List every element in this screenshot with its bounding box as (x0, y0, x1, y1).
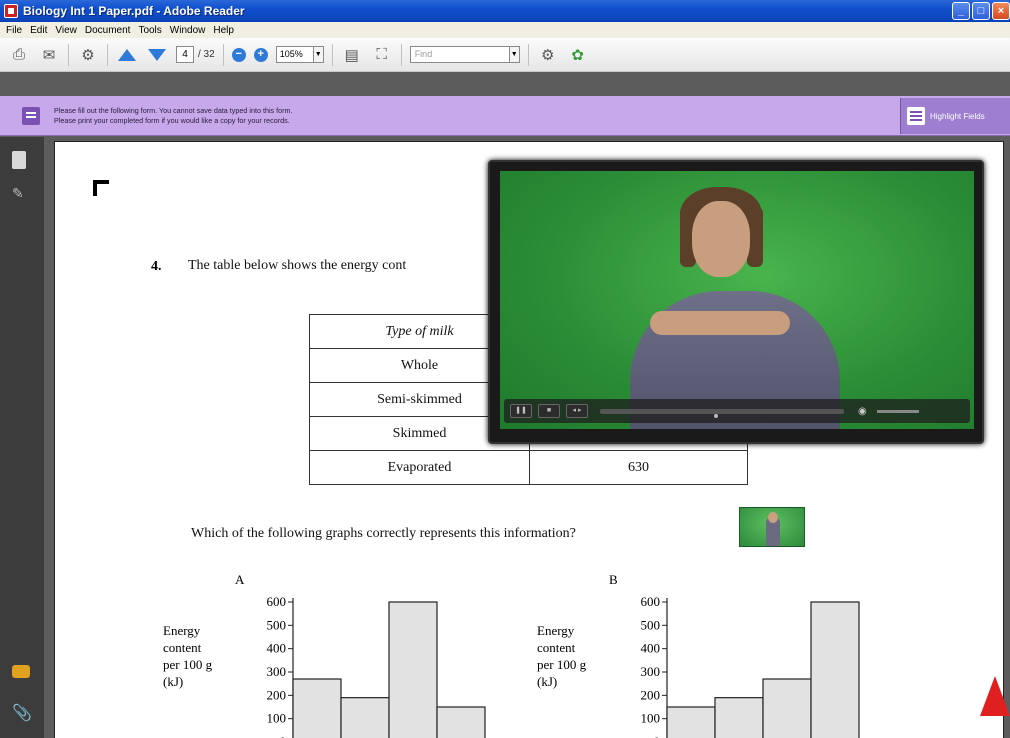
print-icon[interactable]: ⎙ (8, 44, 30, 66)
seek-bar[interactable] (600, 408, 844, 418)
form-message-bar: Please fill out the following form. You … (0, 96, 1010, 136)
bar (436, 706, 486, 738)
sign-icon[interactable]: ✿ (567, 44, 589, 66)
pages-icon[interactable] (12, 151, 26, 169)
bar (810, 601, 860, 738)
y-tick-label: 200 (641, 687, 661, 702)
graph-b: B Energy content per 100 g (kJ) 600 500 40… (527, 572, 867, 738)
bar (388, 601, 438, 738)
highlight-fields-label: Highlight Fields (930, 111, 985, 121)
video-controls: ❚❚ ■ ◂ ▸ ◉ (504, 399, 970, 423)
signatures-icon[interactable]: ✎ (12, 185, 30, 203)
graph-a-svg: 600 500 400 300 200 100 0 (267, 594, 486, 738)
table-row: Evaporated 630 (309, 450, 748, 485)
bar (292, 678, 342, 738)
y-tick-label: 300 (267, 664, 287, 679)
y-tick-label: 0 (654, 734, 661, 738)
title-bar: Biology Int 1 Paper.pdf - Adobe Reader _… (0, 0, 1010, 22)
close-button[interactable]: × (992, 2, 1010, 20)
menu-document[interactable]: Document (85, 25, 131, 36)
bar (714, 697, 764, 738)
menu-window[interactable]: Window (170, 25, 206, 36)
collaborate-icon[interactable]: ⚙ (77, 44, 99, 66)
question-number: 4. (151, 259, 162, 274)
minimize-button[interactable]: _ (952, 2, 970, 20)
rewind-icon[interactable]: ◂ ▸ (566, 404, 588, 418)
y-tick-label: 100 (267, 711, 287, 726)
chevron-down-icon[interactable]: ▼ (509, 46, 520, 63)
form-message-line-2: Please print your completed form if you … (54, 115, 290, 125)
toolbar: ⎙ ✉ ⚙ 4 / 32 − + 105% ▼ ▤ ⛶ Find ▼ ⚙ ✿ (0, 38, 1010, 72)
full-screen-icon[interactable]: ⛶ (371, 44, 393, 66)
sign-language-video-window[interactable]: ❚❚ ■ ◂ ▸ ◉ (488, 160, 984, 444)
volume-slider[interactable] (876, 409, 919, 413)
page-number-input[interactable]: 4 (176, 46, 194, 63)
prev-page-icon[interactable] (116, 44, 138, 66)
y-tick-label: 500 (641, 617, 661, 632)
window-title: Biology Int 1 Paper.pdf - Adobe Reader (23, 4, 245, 18)
pointer-dot (985, 710, 990, 715)
table-cell: 630 (529, 450, 748, 485)
zoom-in-icon[interactable]: + (253, 47, 268, 62)
menu-tools[interactable]: Tools (138, 25, 161, 36)
question-text: The table below shows the energy cont (188, 258, 407, 273)
comments-icon[interactable] (12, 665, 30, 678)
graph-b-svg: 600 500 400 300 200 100 0 (641, 594, 860, 738)
y-tick-label: 100 (641, 711, 661, 726)
menu-view[interactable]: View (55, 25, 77, 36)
highlight-icon (907, 107, 925, 125)
adobe-reader-icon (4, 4, 18, 18)
app-window: Biology Int 1 Paper.pdf - Adobe Reader _… (0, 0, 1010, 738)
menu-help[interactable]: Help (213, 25, 234, 36)
y-tick-label: 300 (641, 664, 661, 679)
bar (340, 697, 390, 738)
form-icon (22, 106, 40, 125)
seek-knob[interactable] (714, 413, 718, 418)
chevron-down-icon[interactable]: ▼ (313, 46, 324, 63)
which-graph-text: Which of the following graphs correctly … (191, 526, 576, 541)
attachment-icon[interactable]: 📎 (12, 703, 32, 722)
graph-a: A Energy content per 100 g (kJ) 600 500 40… (153, 572, 493, 738)
volume-icon[interactable]: ◉ (858, 406, 867, 417)
y-tick-label: 400 (641, 641, 661, 656)
highlight-fields-button[interactable]: Highlight Fields (900, 98, 1010, 134)
toolbar-separator (222, 43, 224, 66)
stop-icon[interactable]: ■ (538, 404, 560, 418)
signer-head (692, 201, 750, 277)
signer-hands (650, 311, 790, 335)
next-page-icon[interactable] (146, 44, 168, 66)
zoom-level-select[interactable]: 105% (275, 46, 314, 63)
bar (666, 706, 716, 738)
form-message-line-1: Please fill out the following form. You … (54, 105, 293, 115)
crop-mark (93, 180, 109, 196)
menu-bar: File Edit View Document Tools Window Hel… (0, 22, 1010, 38)
menu-file[interactable]: File (6, 25, 22, 36)
toolbar-separator (400, 43, 402, 66)
sign-language-thumbnail[interactable] (739, 507, 805, 547)
navigation-panel: ✎ 📎 (0, 137, 44, 738)
find-input[interactable]: Find (409, 46, 510, 63)
toolbar-separator (527, 43, 529, 66)
y-tick-label: 600 (267, 594, 287, 609)
zoom-out-icon[interactable]: − (231, 47, 246, 62)
toolbar-separator (107, 43, 108, 66)
y-tick-label: 500 (267, 617, 287, 632)
y-tick-label: 400 (267, 641, 287, 656)
table-cell: Evaporated (309, 450, 530, 485)
toolbar-separator (68, 43, 69, 66)
menu-edit[interactable]: Edit (30, 25, 47, 36)
y-tick-label: 200 (267, 687, 287, 702)
page-total: / 32 (198, 49, 215, 60)
toolbar-separator (331, 43, 333, 66)
search-icon[interactable]: ⚙ (537, 44, 559, 66)
bar (762, 678, 812, 738)
y-tick-label: 600 (641, 594, 661, 609)
sign-language-video[interactable] (500, 171, 974, 429)
play-pause-icon[interactable]: ❚❚ (510, 404, 532, 418)
fit-page-icon[interactable]: ▤ (341, 44, 363, 66)
maximize-button[interactable]: □ (972, 2, 990, 20)
mail-icon[interactable]: ✉ (38, 44, 60, 66)
y-tick-label: 0 (280, 734, 287, 738)
